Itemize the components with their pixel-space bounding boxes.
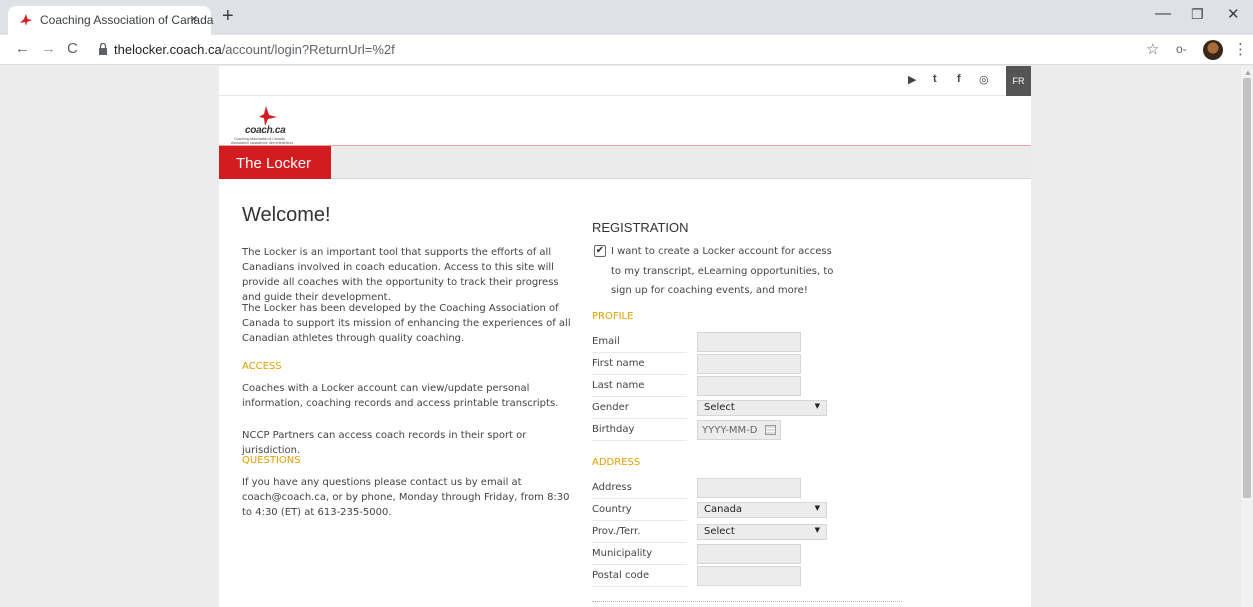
menu-dots-icon[interactable]: ⋮: [1233, 40, 1248, 58]
locker-band: The Locker: [219, 146, 1031, 179]
scroll-thumb[interactable]: [1243, 78, 1251, 498]
birthday-label: Birthday: [592, 420, 687, 441]
postal-code-label: Postal code: [592, 566, 687, 587]
twitter-icon[interactable]: t: [933, 73, 937, 85]
last-name-label: Last name: [592, 376, 687, 397]
first-name-label: First name: [592, 354, 687, 375]
gender-select-value: Select: [704, 402, 735, 413]
municipality-label: Municipality: [592, 544, 687, 565]
address-bar: ← → C thelocker.coach.ca/account/login?R…: [0, 35, 1253, 65]
social-bar: ▶ t f ◎ FR: [219, 66, 1031, 96]
chevron-down-icon: ▼: [814, 402, 820, 410]
country-label: Country: [592, 500, 687, 521]
tab-close-icon[interactable]: ×: [190, 11, 198, 26]
gender-label: Gender: [592, 398, 687, 419]
coach-logo[interactable]: coach.ca Coaching Association of Canada …: [231, 106, 321, 146]
tab-title: Coaching Association of Canada: [40, 13, 214, 27]
chevron-down-icon: ▼: [814, 504, 820, 512]
access-heading: ACCESS: [242, 361, 282, 372]
intro-paragraph: The Locker is an important tool that sup…: [242, 247, 559, 303]
country-select-value: Canada: [704, 504, 743, 515]
email-field[interactable]: [697, 332, 801, 352]
last-name-field[interactable]: [697, 376, 801, 396]
country-select[interactable]: Canada ▼: [697, 502, 827, 518]
logo-text: coach.ca: [245, 125, 286, 136]
bookmark-star-icon[interactable]: ☆: [1146, 40, 1159, 58]
province-label: Prov./Terr.: [592, 522, 687, 543]
create-account-label: I want to create a Locker account for ac…: [611, 246, 834, 296]
youtube-icon[interactable]: ▶: [908, 73, 916, 86]
url-field[interactable]: thelocker.coach.ca/account/login?ReturnU…: [114, 42, 395, 57]
page-container: ▶ t f ◎ FR coach.ca Coaching Association…: [219, 66, 1031, 607]
browser-tab[interactable]: Coaching Association of Canada ×: [8, 6, 214, 35]
new-tab-button[interactable]: +: [222, 6, 234, 26]
birthday-field[interactable]: YYYY-MM-D: [697, 420, 781, 440]
registration-heading: REGISTRATION: [592, 220, 689, 235]
french-language-button[interactable]: FR: [1006, 66, 1031, 96]
province-select-value: Select: [704, 526, 735, 537]
postal-code-field[interactable]: [697, 566, 801, 586]
reload-icon[interactable]: C: [67, 40, 78, 57]
maximize-icon[interactable]: ❐: [1191, 6, 1204, 23]
province-select[interactable]: Select ▼: [697, 524, 827, 540]
page-title: Welcome!: [242, 204, 331, 226]
access-paragraph: Coaches with a Locker account can view/u…: [242, 383, 559, 409]
email-label: Email: [592, 332, 687, 353]
profile-heading: PROFILE: [592, 311, 634, 322]
gender-select[interactable]: Select ▼: [697, 400, 827, 416]
minimize-icon[interactable]: —: [1155, 5, 1171, 23]
calendar-icon[interactable]: [765, 425, 776, 435]
facebook-icon[interactable]: f: [957, 73, 961, 85]
section-divider: [592, 601, 902, 602]
municipality-field[interactable]: [697, 544, 801, 564]
forward-arrow-icon[interactable]: →: [41, 40, 56, 57]
locker-title-tab[interactable]: The Locker: [219, 146, 331, 179]
tab-strip: Coaching Association of Canada × + — ❐ ✕: [0, 0, 1253, 35]
scroll-up-icon[interactable]: ▲: [1244, 68, 1252, 77]
create-account-checkbox[interactable]: ✔: [594, 245, 606, 257]
birthday-placeholder: YYYY-MM-D: [702, 425, 758, 436]
chevron-down-icon: ▼: [814, 526, 820, 534]
mission-paragraph: The Locker has been developed by the Coa…: [242, 303, 571, 344]
page-scrollbar[interactable]: ▲: [1241, 66, 1253, 607]
window-close-icon[interactable]: ✕: [1227, 5, 1240, 23]
address-heading: ADDRESS: [592, 457, 641, 468]
avatar[interactable]: [1203, 40, 1223, 60]
back-arrow-icon[interactable]: ←: [15, 40, 30, 57]
address-label: Address: [592, 478, 687, 499]
url-path: /account/login?ReturnUrl=%2f: [221, 42, 395, 57]
key-icon[interactable]: o‑: [1176, 42, 1187, 56]
maple-leaf-icon: [20, 14, 32, 26]
partners-paragraph: NCCP Partners can access coach records i…: [242, 430, 527, 456]
url-host: thelocker.coach.ca: [114, 42, 222, 57]
first-name-field[interactable]: [697, 354, 801, 374]
flame-logo-icon: [259, 106, 277, 126]
questions-paragraph: If you have any questions please contact…: [242, 477, 570, 518]
address-field[interactable]: [697, 478, 801, 498]
viewport: ▶ t f ◎ FR coach.ca Coaching Association…: [0, 66, 1241, 607]
questions-heading: QUESTIONS: [242, 455, 301, 466]
instagram-icon[interactable]: ◎: [979, 73, 989, 86]
lock-icon[interactable]: [98, 43, 108, 55]
